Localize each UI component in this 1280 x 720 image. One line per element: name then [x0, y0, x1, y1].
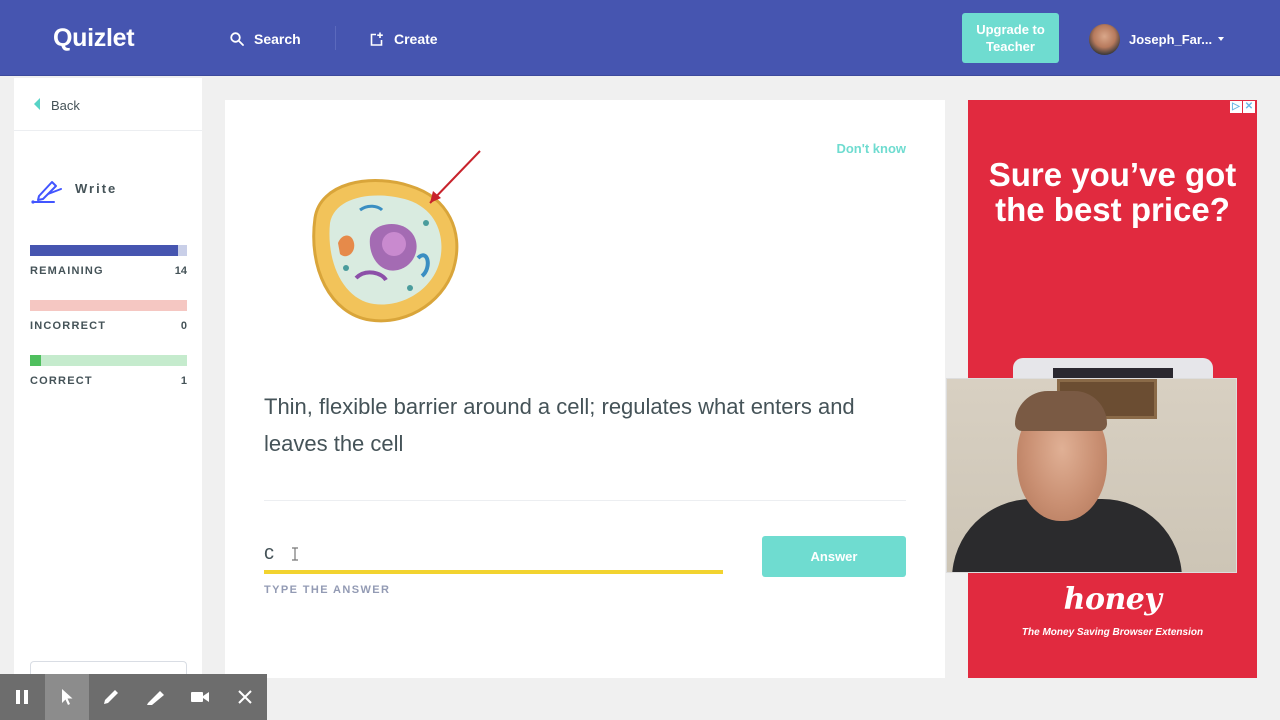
webcam-overlay[interactable] — [946, 378, 1237, 573]
answer-input[interactable] — [264, 538, 723, 574]
text-cursor-icon — [292, 547, 298, 561]
dont-know-link[interactable]: Don't know — [836, 141, 906, 156]
close-recorder-button[interactable] — [223, 674, 268, 720]
ad-headline: Sure you’ve got the best price? — [988, 156, 1237, 228]
pen-icon — [104, 690, 119, 704]
write-mode-icon — [31, 181, 62, 204]
ad-brand-logo: honey — [1063, 582, 1162, 617]
chevron-down-icon[interactable] — [1218, 37, 1224, 41]
back-arrow-icon — [34, 98, 40, 110]
upgrade-to-teacher-button[interactable]: Upgrade to Teacher — [962, 13, 1059, 63]
nav-divider — [335, 26, 336, 50]
highlighter-icon — [146, 691, 164, 705]
close-icon — [238, 690, 252, 704]
ad-info-icon[interactable]: ▷ — [1230, 101, 1242, 113]
incorrect-label: INCORRECT — [30, 320, 107, 332]
recorder-toolbar — [0, 674, 267, 720]
top-navigation-bar: Quizlet Search Create Upgrade to Teacher… — [0, 0, 1280, 76]
pointer-tool-button[interactable] — [44, 674, 89, 720]
create-label: Create — [394, 31, 438, 47]
correct-progress-bar — [30, 355, 187, 366]
ad-tagline: The Money Saving Browser Extension — [1021, 627, 1204, 638]
correct-label: CORRECT — [30, 375, 93, 387]
incorrect-count: 0 — [180, 320, 187, 332]
mode-title: Write — [75, 181, 118, 196]
pen-tool-button[interactable] — [89, 674, 134, 720]
remaining-progress-bar — [30, 245, 187, 256]
ad-close-icon[interactable]: ✕ — [1243, 101, 1255, 113]
animal-cell-image — [312, 150, 481, 323]
remaining-progress-fill — [30, 245, 178, 256]
camera-icon — [191, 692, 210, 702]
pause-icon — [16, 690, 29, 704]
correct-count: 1 — [180, 375, 187, 387]
question-card: Don't know Thin, flexible barrier around… — [225, 100, 945, 678]
card-divider — [264, 500, 906, 501]
search-label: Search — [254, 31, 301, 47]
question-prompt: Thin, flexible barrier around a cell; re… — [264, 394, 855, 456]
create-icon — [370, 32, 383, 46]
quizlet-logo[interactable]: Quizlet — [53, 24, 135, 53]
highlighter-tool-button[interactable] — [134, 674, 179, 720]
remaining-label: REMAINING — [30, 265, 104, 277]
incorrect-progress-bar — [30, 300, 187, 311]
back-label: Back — [51, 98, 80, 113]
search-icon — [230, 32, 244, 46]
create-button[interactable]: Create — [369, 29, 438, 49]
search-button[interactable]: Search — [230, 29, 301, 49]
study-sidebar: Back Write REMAINING 14 INCORRECT 0 CORR… — [14, 78, 202, 681]
ad-choices[interactable]: ▷ ✕ — [1230, 101, 1255, 113]
camera-tool-button[interactable] — [178, 674, 223, 720]
avatar[interactable] — [1089, 24, 1120, 55]
user-name[interactable]: Joseph_Far... — [1129, 32, 1212, 47]
answer-button[interactable]: Answer — [762, 536, 906, 577]
pause-button[interactable] — [0, 674, 45, 720]
pointer-icon — [61, 689, 73, 705]
webcam-person-hair — [1015, 391, 1107, 431]
type-the-answer-label: TYPE THE ANSWER — [264, 584, 391, 596]
correct-progress-fill — [30, 355, 41, 366]
back-button[interactable]: Back — [14, 78, 202, 131]
remaining-count: 14 — [174, 265, 187, 277]
